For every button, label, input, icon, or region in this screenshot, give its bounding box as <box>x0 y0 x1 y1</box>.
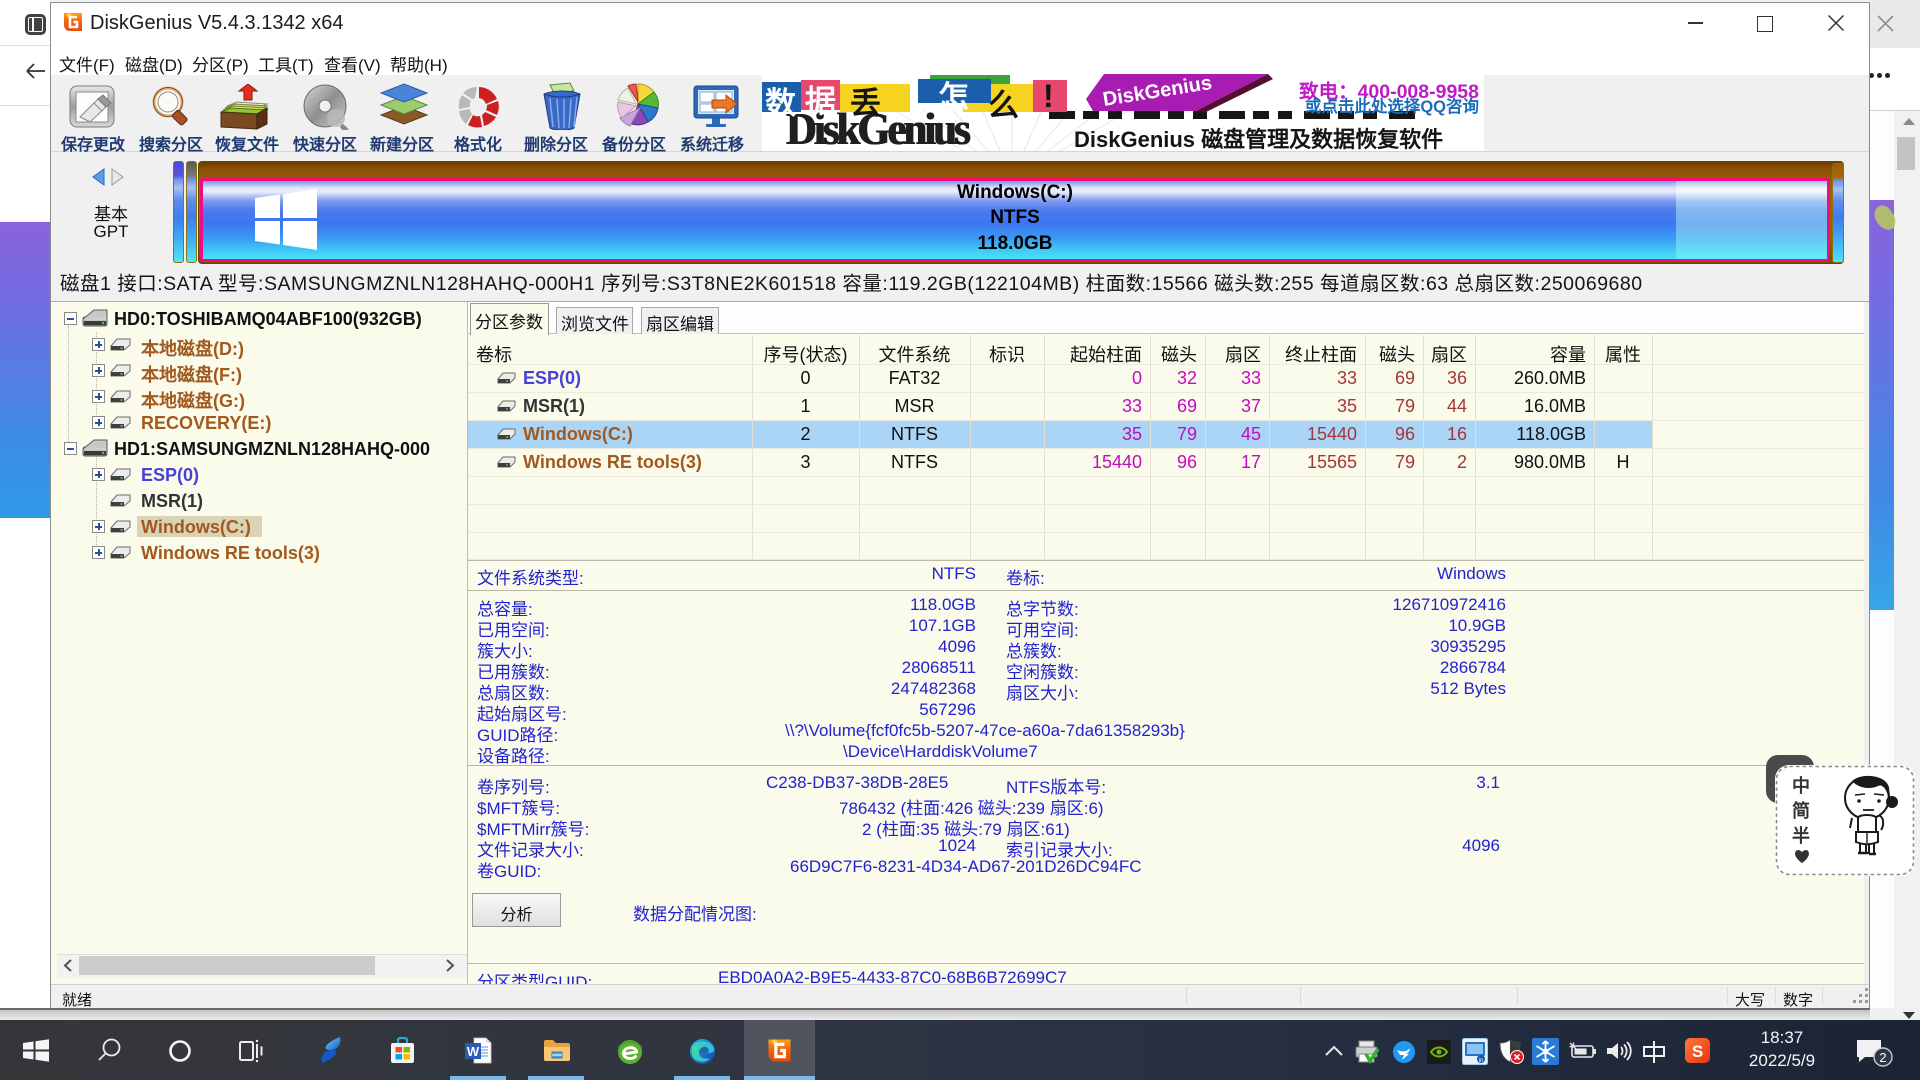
svg-text:2: 2 <box>1879 1050 1886 1065</box>
svg-text:S: S <box>1692 1042 1703 1061</box>
svg-text:in: in <box>1479 1058 1484 1064</box>
svg-text:W: W <box>467 1044 480 1059</box>
